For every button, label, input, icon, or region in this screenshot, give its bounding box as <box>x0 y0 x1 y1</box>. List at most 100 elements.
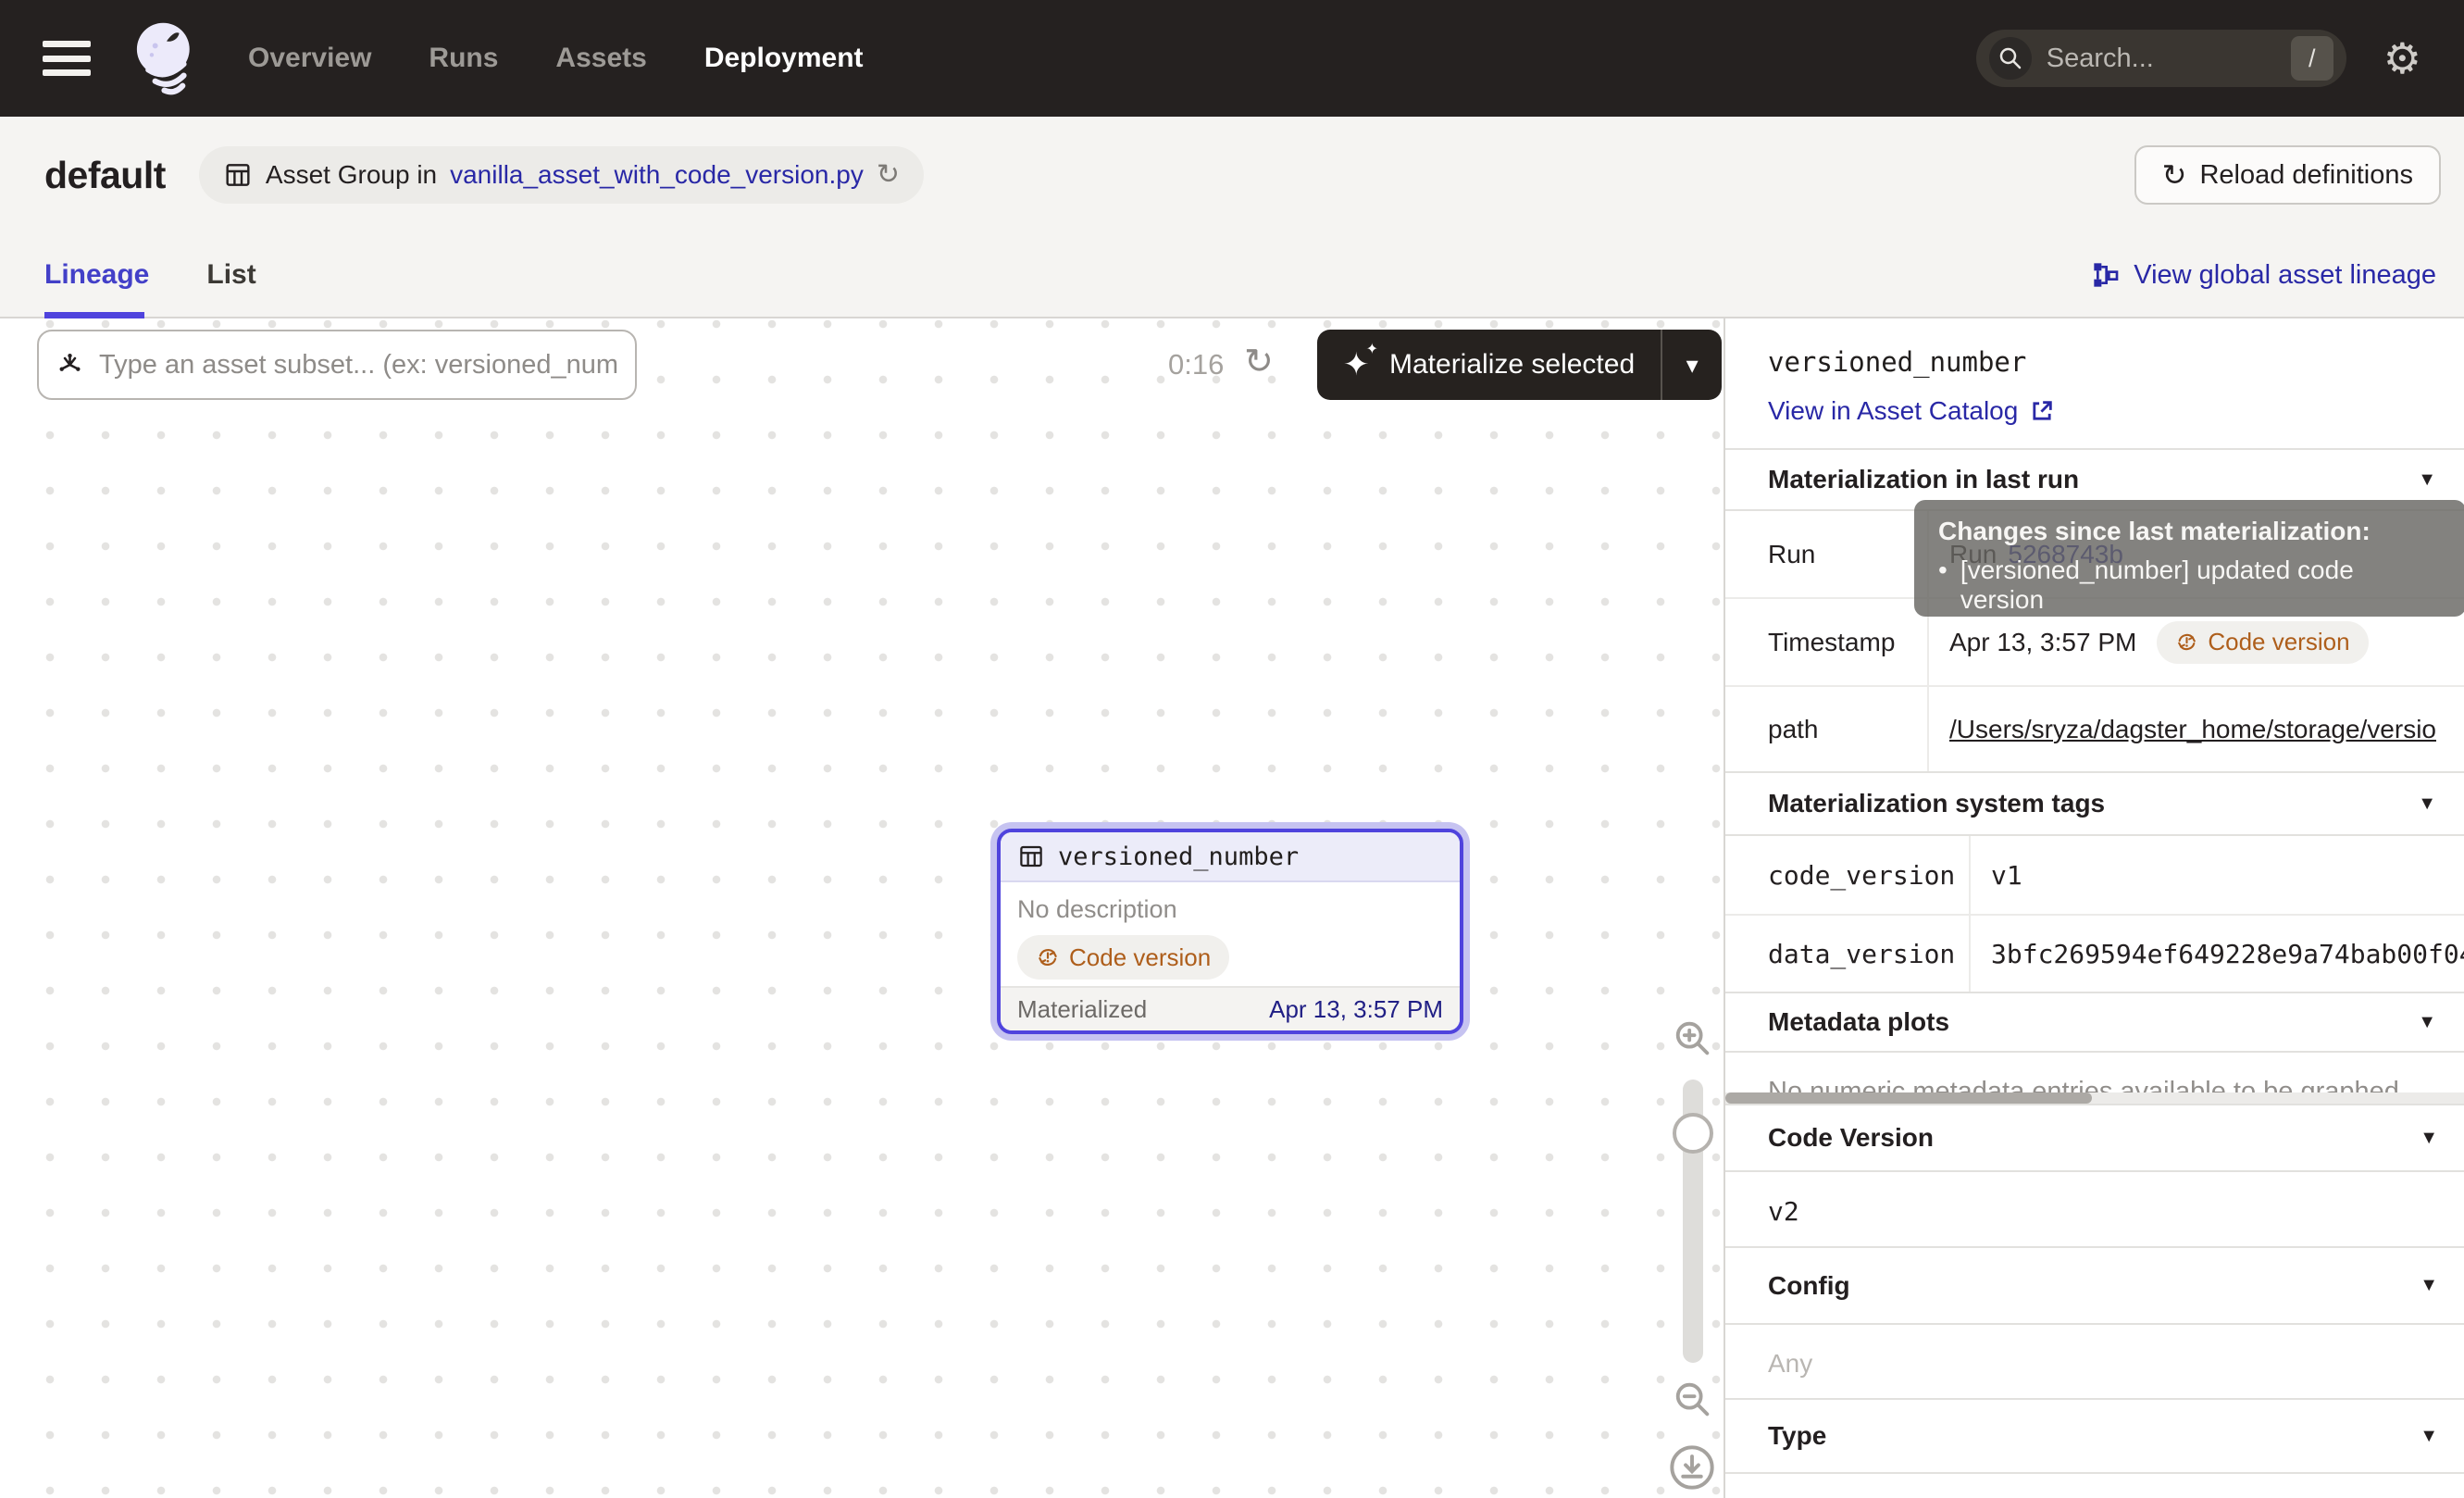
reload-definitions-label: Reload definitions <box>2199 160 2413 191</box>
zoom-slider-handle[interactable] <box>1673 1113 1713 1154</box>
lineage-graph-canvas[interactable]: Type an asset subset... (ex: versioned_n… <box>0 318 1724 1498</box>
timestamp-code-version-badge: Code version <box>2157 621 2368 664</box>
materialize-dropdown-caret[interactable]: ▾ <box>1662 330 1722 400</box>
tooltip-change-item: [versioned_number] updated code version <box>1960 556 2442 615</box>
scrollbar-thumb[interactable] <box>1725 1092 2092 1104</box>
view-tabs: Lineage List View global asset lineage <box>0 233 2464 318</box>
collapse-caret-icon: ▼ <box>2420 1128 2438 1149</box>
collapse-caret-icon: ▼ <box>2420 1426 2438 1447</box>
timestamp-badge-label: Code version <box>2208 628 2349 656</box>
panel-horizontal-scrollbar[interactable] <box>1725 1092 2464 1104</box>
op-selector-icon <box>56 350 84 380</box>
path-link[interactable]: /Users/sryza/dagster_home/storage/versio <box>1949 715 2436 744</box>
top-navigation-bar: Overview Runs Assets Deployment Search..… <box>0 0 2464 117</box>
panel-asset-title: versioned_number <box>1768 346 2421 378</box>
dagster-app: Overview Runs Assets Deployment Search..… <box>0 0 2464 1498</box>
code-version-badge-label: Code version <box>1069 943 1211 972</box>
catalog-link-label: View in Asset Catalog <box>1768 396 2018 426</box>
asset-subset-filter-input[interactable]: Type an asset subset... (ex: versioned_n… <box>37 330 637 400</box>
code-version-value: v1 <box>1971 836 2464 914</box>
download-graph-icon[interactable] <box>1668 1443 1716 1492</box>
tooltip-title: Changes since last materialization: <box>1938 517 2442 546</box>
data-version-key: data_version <box>1725 916 1971 992</box>
asset-group-file-link[interactable]: vanilla_asset_with_code_version.py <box>450 160 864 190</box>
collapse-caret-icon: ▼ <box>2418 793 2436 815</box>
materialized-label: Materialized <box>1017 995 1147 1024</box>
lineage-icon <box>2091 260 2121 290</box>
code-version-changed-icon <box>2175 630 2198 654</box>
collapse-caret-icon: ▼ <box>2418 469 2436 491</box>
sparkle-icon: ✦✦ <box>1343 346 1375 383</box>
global-search-input[interactable]: Search... / <box>1976 30 2346 87</box>
materialize-main-segment[interactable]: ✦✦ Materialize selected <box>1317 330 1661 400</box>
code-version-changed-icon <box>1036 945 1060 969</box>
nav-overview[interactable]: Overview <box>248 43 371 74</box>
system-tags-table: code_version v1 data_version 3bfc269594e… <box>1725 834 2464 993</box>
page-title: default <box>44 154 166 197</box>
type-section-title: Type <box>1768 1421 1826 1451</box>
config-section-title: Config <box>1768 1271 1850 1301</box>
nav-deployment[interactable]: Deployment <box>704 43 864 74</box>
metadata-plots-section-title: Metadata plots <box>1768 1007 1949 1037</box>
system-tags-section-title: Materialization system tags <box>1768 789 2105 818</box>
section-config[interactable]: Config ▼ <box>1725 1246 2464 1323</box>
asset-node-title: versioned_number <box>1058 843 1299 871</box>
filter-placeholder: Type an asset subset... (ex: versioned_n… <box>99 350 618 381</box>
reload-icon: ↻ <box>2162 160 2187 190</box>
asset-group-pill: Asset Group in vanilla_asset_with_code_v… <box>199 146 924 204</box>
timestamp-text: Apr 13, 3:57 PM <box>1949 628 2136 657</box>
tab-list[interactable]: List <box>206 259 255 291</box>
hamburger-menu-icon[interactable] <box>43 41 91 76</box>
zoom-out-icon[interactable] <box>1672 1379 1714 1421</box>
config-value: Any <box>1725 1323 2464 1398</box>
code-version-badge: Code version <box>1017 935 1229 980</box>
global-lineage-label: View global asset lineage <box>2134 260 2436 291</box>
section-type[interactable]: Type ▼ <box>1725 1398 2464 1474</box>
primary-nav: Overview Runs Assets Deployment <box>248 43 864 74</box>
changes-since-last-materialization-tooltip: Changes since last materialization: • [v… <box>1914 500 2464 617</box>
table-row-path: path /Users/sryza/dagster_home/storage/v… <box>1725 685 2464 773</box>
collapse-caret-icon: ▼ <box>2420 1275 2438 1296</box>
graph-refresh-icon[interactable]: ↻ <box>1244 341 1274 382</box>
asset-table-icon <box>1017 843 1045 870</box>
gear-icon[interactable]: ⚙ <box>2383 37 2421 80</box>
nav-assets[interactable]: Assets <box>555 43 646 74</box>
path-label: path <box>1725 687 1929 771</box>
code-version-current-value: v2 <box>1725 1170 2464 1246</box>
run-label: Run <box>1725 511 1929 597</box>
materialize-selected-button[interactable]: ✦✦ Materialize selected ▾ <box>1317 330 1722 400</box>
page-header: default Asset Group in vanilla_asset_wit… <box>0 117 2464 233</box>
timestamp-label: Timestamp <box>1725 599 1929 685</box>
zoom-slider[interactable] <box>1683 1080 1703 1363</box>
active-tab-underline <box>44 312 144 318</box>
collapse-caret-icon: ▼ <box>2418 1012 2436 1033</box>
asset-group-grid-icon <box>223 160 253 190</box>
code-version-section-title: Code Version <box>1768 1123 1934 1153</box>
asset-node-versioned-number[interactable]: versioned_number No description Code ver… <box>997 829 1463 1034</box>
panel-header: versioned_number View in Asset Catalog <box>1725 318 2464 448</box>
asset-node-description: No description <box>1017 895 1443 924</box>
nav-runs[interactable]: Runs <box>429 43 498 74</box>
section-materialization-system-tags[interactable]: Materialization system tags ▼ <box>1725 773 2464 834</box>
asset-node-footer: Materialized Apr 13, 3:57 PM <box>1001 986 1460 1030</box>
table-row-data-version: data_version 3bfc269594ef649228e9a74bab0… <box>1725 914 2464 993</box>
tooltip-bullet: • <box>1938 556 1948 615</box>
dagster-logo[interactable] <box>130 19 204 97</box>
section-code-version[interactable]: Code Version ▼ <box>1725 1104 2464 1170</box>
view-in-asset-catalog-link[interactable]: View in Asset Catalog <box>1768 396 2055 426</box>
reload-definitions-button[interactable]: ↻ Reload definitions <box>2134 145 2441 205</box>
refresh-icon[interactable]: ↻ <box>877 161 900 189</box>
search-shortcut-key: / <box>2291 36 2333 81</box>
asset-node-header: versioned_number <box>1001 832 1460 882</box>
view-global-asset-lineage-link[interactable]: View global asset lineage <box>2091 233 2436 317</box>
tab-lineage[interactable]: Lineage <box>44 259 149 291</box>
search-icon <box>1989 37 2032 80</box>
asset-detail-panel: versioned_number View in Asset Catalog M… <box>1724 318 2464 1498</box>
table-row-code-version: code_version v1 <box>1725 834 2464 914</box>
main-content: Type an asset subset... (ex: versioned_n… <box>0 318 2464 1498</box>
materialized-time-link[interactable]: Apr 13, 3:57 PM <box>1269 995 1443 1024</box>
zoom-in-icon[interactable] <box>1672 1017 1714 1060</box>
external-link-icon <box>2029 398 2055 424</box>
code-version-key: code_version <box>1725 836 1971 914</box>
section-metadata-plots[interactable]: Metadata plots ▼ <box>1725 993 2464 1051</box>
